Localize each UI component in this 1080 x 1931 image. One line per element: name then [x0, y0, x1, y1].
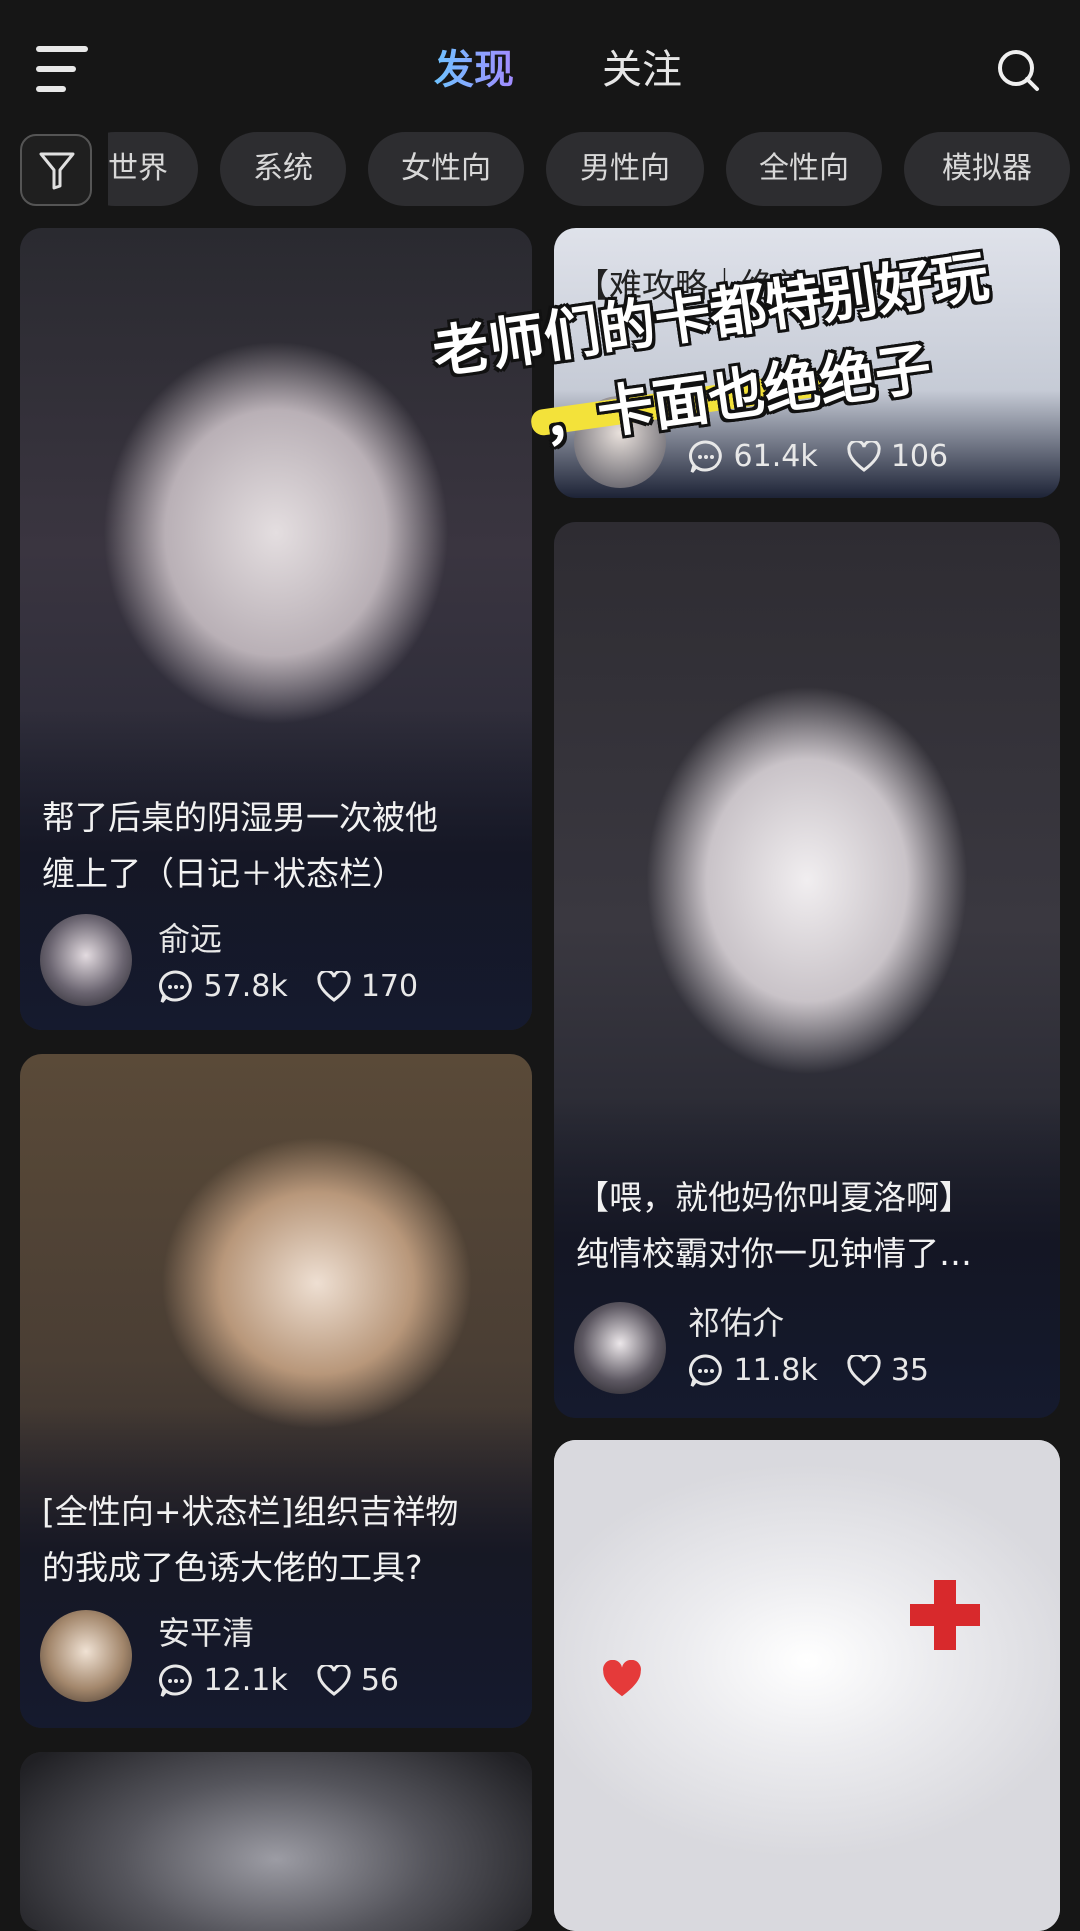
comment-count: 61.4k — [733, 439, 818, 474]
author-name[interactable]: 俞远 — [158, 914, 222, 960]
author-name[interactable]: 安平清 — [158, 1608, 254, 1654]
red-cross-icon — [910, 1580, 980, 1650]
comment-icon — [689, 439, 722, 473]
chip-simulator[interactable]: 模拟器 — [904, 132, 1070, 206]
card-stats: 11.8k 35 — [688, 1352, 949, 1389]
search-icon[interactable] — [996, 48, 1040, 92]
story-card[interactable]: 帮了后桌的阴湿男一次被他 缠上了（日记＋状态栏） 俞远 57.8k 170 — [20, 228, 532, 1030]
heart-icon[interactable] — [317, 1664, 351, 1697]
story-card[interactable]: [全性向+状态栏]组织吉祥物 的我成了色诱大佬的工具? 安平清 12.1k 56 — [20, 1054, 532, 1728]
category-chips: 世界 系统 女性向 男性向 全性向 模拟器 — [108, 132, 1080, 208]
chip-female[interactable]: 女性向 — [368, 132, 524, 206]
comment-icon — [689, 1353, 722, 1387]
card-title: 【难攻略｜绝美 — [576, 266, 807, 305]
story-card[interactable] — [554, 1440, 1060, 1931]
comment-count: 11.8k — [733, 1353, 818, 1388]
heart-icon[interactable] — [847, 1354, 881, 1387]
card-stats: 57.8k 170 — [158, 968, 438, 1005]
like-count: 170 — [360, 969, 419, 1004]
heart-icon — [603, 1660, 641, 1697]
card-title: 帮了后桌的阴湿男一次被他 缠上了（日记＋状态栏） — [42, 798, 438, 893]
like-count: 56 — [360, 1663, 399, 1698]
card-stats: 61.4k 106 — [688, 438, 968, 475]
heart-icon[interactable] — [317, 970, 351, 1003]
avatar[interactable] — [40, 914, 132, 1006]
tab-follow[interactable]: 关注 — [602, 44, 682, 96]
card-stats: 12.1k 56 — [158, 1662, 419, 1699]
menu-icon[interactable] — [36, 46, 88, 92]
chip-world[interactable]: 世界 — [108, 132, 198, 206]
author-name[interactable]: 祁佑介 — [688, 1298, 784, 1344]
heart-icon[interactable] — [847, 440, 881, 473]
like-count: 35 — [890, 1353, 929, 1388]
like-count: 106 — [890, 439, 949, 474]
chip-male[interactable]: 男性向 — [546, 132, 704, 206]
chip-all[interactable]: 全性向 — [726, 132, 882, 206]
chip-system[interactable]: 系统 — [220, 132, 346, 206]
tab-discover[interactable]: 发现 — [434, 44, 514, 96]
comment-icon — [159, 1663, 192, 1697]
comment-icon — [159, 969, 192, 1003]
avatar[interactable] — [574, 396, 666, 488]
comment-count: 57.8k — [203, 969, 288, 1004]
avatar[interactable] — [574, 1302, 666, 1394]
story-card[interactable]: 【喂，就他妈你叫夏洛啊】 纯情校霸对你一见钟情了… 祁佑介 11.8k 35 — [554, 522, 1060, 1418]
filter-icon — [39, 152, 75, 190]
story-card[interactable] — [20, 1752, 532, 1931]
avatar[interactable] — [40, 1610, 132, 1702]
top-bar: 发现 关注 — [0, 0, 1080, 120]
card-title: [全性向+状态栏]组织吉祥物 的我成了色诱大佬的工具? — [42, 1492, 459, 1587]
story-card[interactable]: 【难攻略｜绝美 61.4k 106 — [554, 228, 1060, 498]
comment-count: 12.1k — [203, 1663, 288, 1698]
card-image — [20, 1752, 532, 1931]
card-title: 【喂，就他妈你叫夏洛啊】 纯情校霸对你一见钟情了… — [576, 1178, 972, 1273]
filter-button[interactable] — [20, 134, 92, 206]
